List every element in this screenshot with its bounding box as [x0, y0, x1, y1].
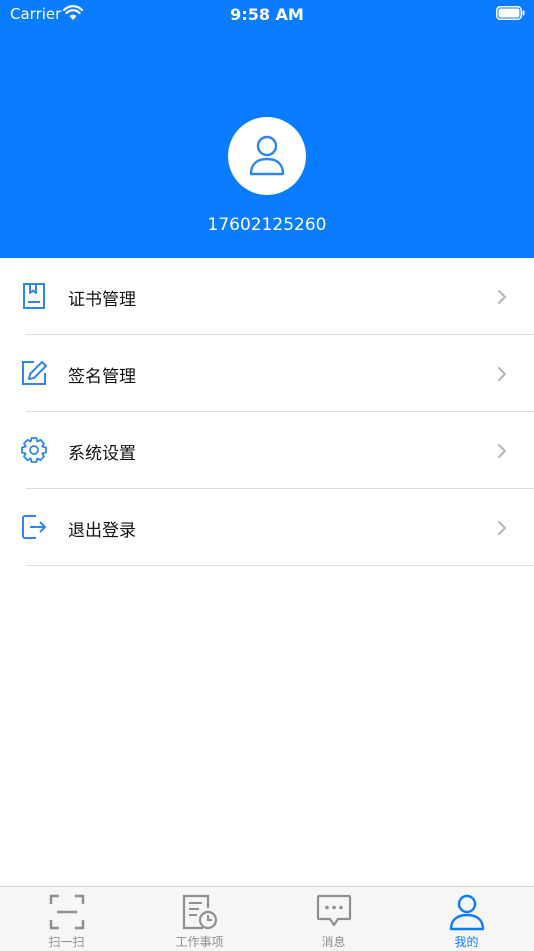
chevron-right-icon [498, 367, 506, 381]
menu-item-signature[interactable]: 签名管理 [0, 335, 534, 412]
tab-messages[interactable]: 消息 [267, 887, 400, 951]
tab-label: 消息 [321, 935, 346, 949]
task-clock-icon [182, 894, 218, 930]
signature-edit-icon [22, 361, 47, 385]
tab-label: 工作事项 [175, 935, 224, 949]
chevron-right-icon [498, 290, 506, 304]
divider [26, 565, 534, 566]
avatar[interactable] [228, 117, 306, 195]
logout-icon [22, 515, 46, 539]
chevron-right-icon [498, 521, 506, 535]
profile-header: Carrier 9:58 AM 17602125260 [0, 0, 534, 258]
message-icon [316, 894, 352, 927]
phone-number: 17602125260 [207, 215, 327, 235]
menu-item-logout[interactable]: 退出登录 [0, 489, 534, 566]
person-icon [249, 135, 285, 176]
tab-label: 我的 [454, 935, 479, 949]
tab-tasks[interactable]: 工作事项 [133, 887, 266, 951]
chevron-right-icon [498, 444, 506, 458]
menu-item-certificate[interactable]: 证书管理 [0, 258, 534, 335]
menu-item-settings[interactable]: 系统设置 [0, 412, 534, 489]
battery-icon [496, 6, 525, 20]
status-bar: Carrier 9:58 AM [0, 0, 534, 28]
tab-mine[interactable]: 我的 [400, 887, 533, 951]
scan-icon [49, 894, 85, 930]
menu-item-label: 签名管理 [68, 367, 136, 387]
certificate-icon [23, 283, 45, 309]
tab-scan[interactable]: 扫一扫 [0, 887, 133, 951]
tab-bar: 扫一扫 工作事项 消息 我的 [0, 886, 534, 951]
menu-item-label: 系统设置 [68, 444, 136, 464]
clock: 9:58 AM [230, 5, 304, 24]
person-icon [449, 894, 485, 931]
menu-item-label: 证书管理 [68, 290, 136, 310]
tab-label: 扫一扫 [48, 935, 85, 949]
menu-item-label: 退出登录 [68, 521, 136, 541]
gear-icon [21, 437, 47, 463]
settings-menu: 证书管理 签名管理 系统设置 退出登录 [0, 258, 534, 566]
